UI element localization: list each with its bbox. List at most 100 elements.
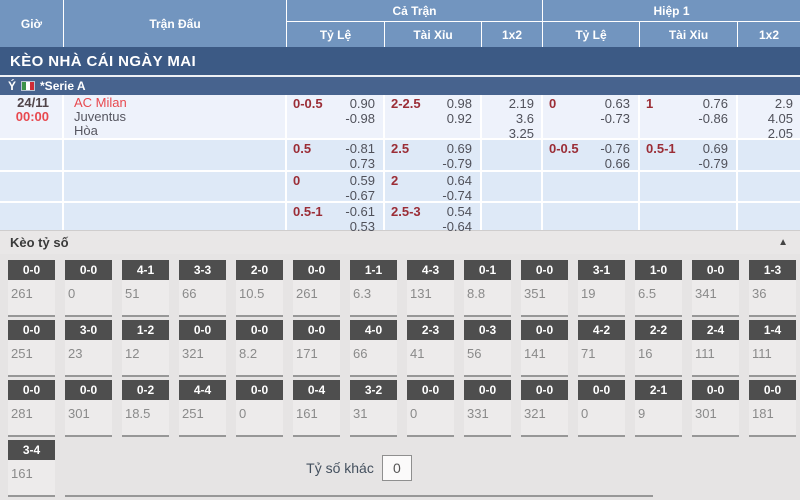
score-cell[interactable]: 0-0321 bbox=[521, 380, 568, 437]
odds-cell-ft-overunder[interactable]: 2-2.5 0.98 0.92 bbox=[385, 95, 480, 138]
score-cell[interactable]: 0-0261 bbox=[293, 260, 340, 317]
odds-value[interactable]: -0.79 bbox=[442, 156, 472, 171]
score-section-header[interactable]: Kèo tỷ số ▲ bbox=[0, 230, 800, 254]
score-cell[interactable]: 0-0351 bbox=[521, 260, 568, 317]
score-cell[interactable]: 0-00 bbox=[407, 380, 454, 437]
score-odds: 261 bbox=[8, 280, 55, 301]
match-teams-cell[interactable]: AC Milan Juventus Hòa bbox=[64, 95, 285, 138]
odds-value[interactable]: 2.19 bbox=[509, 96, 534, 111]
odds-cell-h1-1x2[interactable]: 2.9 4.05 2.05 bbox=[738, 95, 800, 138]
odds-value[interactable]: 2.9 bbox=[775, 96, 793, 111]
score-cell[interactable]: 1-4111 bbox=[749, 320, 796, 377]
chevron-up-icon[interactable]: ▲ bbox=[778, 237, 788, 248]
odds-value[interactable]: 0.64 bbox=[447, 173, 472, 188]
score-cell[interactable]: 0-0141 bbox=[521, 320, 568, 377]
score-cell[interactable]: 1-212 bbox=[122, 320, 169, 377]
odds-value[interactable]: -0.74 bbox=[442, 188, 472, 203]
score-cell[interactable]: 0-0341 bbox=[692, 260, 739, 317]
odds-value[interactable]: -0.81 bbox=[345, 141, 375, 156]
odds-value[interactable]: -0.67 bbox=[345, 188, 375, 203]
score-cell[interactable]: 4-066 bbox=[350, 320, 397, 377]
score-cell[interactable]: 0-00 bbox=[236, 380, 283, 437]
score-cell[interactable]: 0-18.8 bbox=[464, 260, 511, 317]
odds-value[interactable]: 0.73 bbox=[350, 156, 375, 171]
score-cell[interactable]: 0-0261 bbox=[8, 260, 55, 317]
odds-value[interactable]: 0.63 bbox=[605, 96, 630, 111]
odds-value[interactable]: 0.54 bbox=[447, 204, 472, 219]
score-cell[interactable]: 4-3131 bbox=[407, 260, 454, 317]
odds-value[interactable]: -0.64 bbox=[442, 219, 472, 234]
odds-cell-ft-overunder[interactable]: 2.5-3 0.54 -0.64 bbox=[385, 203, 480, 230]
score-cell[interactable]: 0-00 bbox=[578, 380, 625, 437]
odds-cell-h1-overunder[interactable]: 0.5-1 0.69 -0.79 bbox=[640, 140, 736, 170]
score-cell[interactable]: 2-341 bbox=[407, 320, 454, 377]
score-badge: 4-2 bbox=[578, 320, 625, 340]
score-cell[interactable]: 0-0181 bbox=[749, 380, 796, 437]
score-cell[interactable]: 4-151 bbox=[122, 260, 169, 317]
score-cell[interactable]: 0-0251 bbox=[8, 320, 55, 377]
odds-cell-ft-overunder[interactable]: 2.5 0.69 -0.79 bbox=[385, 140, 480, 170]
draw-label: Hòa bbox=[74, 124, 285, 138]
odds-value[interactable]: 0.69 bbox=[703, 141, 728, 156]
score-cell[interactable]: 1-336 bbox=[749, 260, 796, 317]
other-score-value[interactable]: 0 bbox=[382, 455, 412, 481]
empty-cell bbox=[738, 172, 800, 201]
score-cell[interactable]: 0-218.5 bbox=[122, 380, 169, 437]
odds-value[interactable]: 0.90 bbox=[350, 96, 375, 111]
odds-value[interactable]: -0.86 bbox=[698, 111, 728, 126]
score-cell[interactable]: 0-0281 bbox=[8, 380, 55, 437]
score-cell[interactable]: 3-4161 bbox=[8, 440, 55, 497]
score-cell[interactable]: 0-00 bbox=[65, 260, 112, 317]
score-cell[interactable]: 3-119 bbox=[578, 260, 625, 317]
score-cell[interactable]: 1-06.5 bbox=[635, 260, 682, 317]
score-cell[interactable]: 0-08.2 bbox=[236, 320, 283, 377]
league-row[interactable]: Ý *Serie A bbox=[0, 75, 800, 95]
score-cell[interactable]: 1-16.3 bbox=[350, 260, 397, 317]
odds-cell-ft-handicap[interactable]: 0-0.5 0.90 -0.98 bbox=[287, 95, 383, 138]
odds-value[interactable]: 2.05 bbox=[768, 126, 793, 141]
odds-values: -0.76 0.66 bbox=[600, 141, 630, 170]
score-cell[interactable]: 2-216 bbox=[635, 320, 682, 377]
odds-value[interactable]: 0.69 bbox=[447, 141, 472, 156]
odds-cell-ft-handicap[interactable]: 0.5-1 -0.61 0.53 bbox=[287, 203, 383, 230]
score-cell[interactable]: 0-0301 bbox=[692, 380, 739, 437]
odds-value[interactable]: -0.73 bbox=[600, 111, 630, 126]
col-header-full-match: Cả Trận bbox=[287, 0, 542, 21]
empty-cell bbox=[64, 140, 285, 170]
score-cell[interactable]: 0-0301 bbox=[65, 380, 112, 437]
odds-cell-ft-overunder[interactable]: 2 0.64 -0.74 bbox=[385, 172, 480, 201]
score-cell[interactable]: 4-4251 bbox=[179, 380, 226, 437]
odds-value[interactable]: 0.59 bbox=[350, 173, 375, 188]
score-cell[interactable]: 3-366 bbox=[179, 260, 226, 317]
odds-cell-h1-handicap[interactable]: 0-0.5 -0.76 0.66 bbox=[543, 140, 638, 170]
score-cell[interactable]: 0-0171 bbox=[293, 320, 340, 377]
odds-value[interactable]: -0.79 bbox=[698, 156, 728, 171]
odds-value[interactable]: 3.6 bbox=[516, 111, 534, 126]
odds-value[interactable]: 4.05 bbox=[768, 111, 793, 126]
odds-value[interactable]: 0.53 bbox=[350, 219, 375, 234]
score-cell[interactable]: 3-231 bbox=[350, 380, 397, 437]
score-cell[interactable]: 0-0331 bbox=[464, 380, 511, 437]
score-cell[interactable]: 0-356 bbox=[464, 320, 511, 377]
odds-value[interactable]: 0.98 bbox=[447, 96, 472, 111]
odds-value[interactable]: -0.61 bbox=[345, 204, 375, 219]
odds-value[interactable]: -0.76 bbox=[600, 141, 630, 156]
score-cell[interactable]: 3-023 bbox=[65, 320, 112, 377]
score-cell[interactable]: 0-4161 bbox=[293, 380, 340, 437]
score-cell[interactable]: 2-010.5 bbox=[236, 260, 283, 317]
odds-cell-h1-handicap[interactable]: 0 0.63 -0.73 bbox=[543, 95, 638, 138]
odds-cell-ft-1x2[interactable]: 2.19 3.6 3.25 bbox=[482, 95, 541, 138]
score-cell[interactable]: 0-0321 bbox=[179, 320, 226, 377]
odds-value[interactable]: 0.92 bbox=[447, 111, 472, 126]
odds-cell-h1-overunder[interactable]: 1 0.76 -0.86 bbox=[640, 95, 736, 138]
odds-value[interactable]: -0.98 bbox=[345, 111, 375, 126]
score-cell[interactable]: 2-4111 bbox=[692, 320, 739, 377]
odds-cell-ft-handicap[interactable]: 0 0.59 -0.67 bbox=[287, 172, 383, 201]
odds-value[interactable]: 0.76 bbox=[703, 96, 728, 111]
odds-value[interactable]: 3.25 bbox=[509, 126, 534, 141]
score-cell[interactable]: 4-271 bbox=[578, 320, 625, 377]
odds-value[interactable]: 0.66 bbox=[605, 156, 630, 171]
score-badge: 0-1 bbox=[464, 260, 511, 280]
odds-cell-ft-handicap[interactable]: 0.5 -0.81 0.73 bbox=[287, 140, 383, 170]
score-cell[interactable]: 2-19 bbox=[635, 380, 682, 437]
